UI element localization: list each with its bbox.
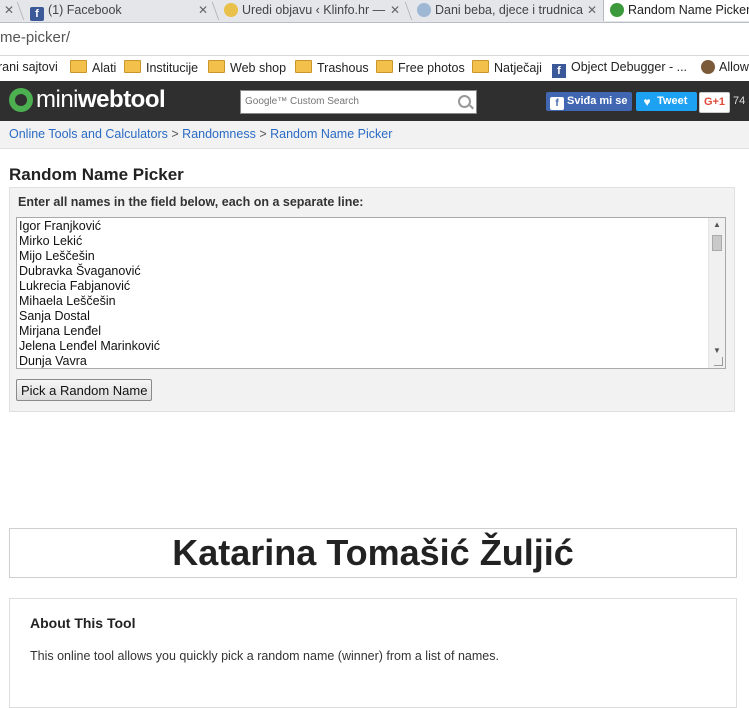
browser-tab-bar: ✕ f (1) Facebook ✕ Uredi objavu ‹ Klinfo.… [0,0,749,23]
folder-icon [124,60,141,73]
bookmark-folder[interactable]: Free photos [376,60,465,75]
name-line: Jelena Lenđel Marinković [19,339,161,353]
tab-separator [211,2,220,20]
bookmark-allow[interactable]: Allow [701,60,749,74]
name-line: Mihaela Leščešin [19,294,116,308]
tweet-button[interactable]: ♥ Tweet [636,92,697,111]
dani-beba-icon [417,3,431,17]
folder-icon [376,60,393,73]
url-text[interactable]: me-picker/ [0,29,70,46]
folder-icon [70,60,87,73]
names-list: Igor Franjković Mirko Lekić Mijo Leščeši… [19,219,707,368]
name-line: Lukrecia Fabjanović [19,279,131,293]
site-header: miniwebtool fSviđa mi se ♥Tweet G+1 74 [0,81,749,121]
folder-icon [208,60,225,73]
instructions-label: Enter all names in the field below, each… [18,195,364,209]
breadcrumb-randomness[interactable]: Randomness [182,127,256,141]
name-line: Mijo Leščešin [19,249,95,263]
folder-icon [295,60,312,73]
facebook-icon: f [550,97,564,110]
breadcrumb-online-tools[interactable]: Online Tools and Calculators [9,127,168,141]
breadcrumb-random-name-picker[interactable]: Random Name Picker [270,127,392,141]
breadcrumb-separator: > [259,127,267,141]
page-title: Random Name Picker [9,165,184,184]
tab-close-icon[interactable]: ✕ [585,0,599,21]
gear-icon [9,88,33,112]
breadcrumb: Online Tools and Calculators > Randomnes… [9,127,392,141]
tab-facebook[interactable]: f (1) Facebook ✕ [30,0,210,21]
tab-close-icon[interactable]: ✕ [388,0,402,21]
tab-separator [404,2,413,20]
name-line: Igor Franjković [19,219,101,233]
bookmark-folder[interactable]: Trashous [295,60,369,75]
logo-light-text: mini [36,86,79,113]
bookmark-item[interactable]: rani sajtovi [0,60,58,74]
resize-grip-icon[interactable] [714,357,723,366]
tab-klinfo[interactable]: Uredi objavu ‹ Klinfo.hr — ✕ [224,0,402,21]
address-bar[interactable]: me-picker/ [0,23,749,56]
twitter-bird-icon: ♥ [643,95,651,109]
textarea-scrollbar[interactable]: ▲ ▼ [708,218,725,368]
name-line: Dunja Vavra [19,354,87,368]
bookmark-object-debugger[interactable]: f Object Debugger - ... [552,60,687,78]
names-textarea[interactable]: Igor Franjković Mirko Lekić Mijo Leščeši… [16,217,726,369]
search-icon[interactable] [458,95,471,108]
about-section: About This Tool This online tool allows … [9,598,737,708]
search-input[interactable] [241,91,455,111]
facebook-like-button[interactable]: f Sviđa mi se [546,92,632,111]
name-line: Mirjana Lenđel [19,324,101,338]
mailchimp-icon [701,60,715,74]
bookmarks-bar: rani sajtovi Alati Institucije Web shop … [0,56,749,80]
tab-dani-beba[interactable]: Dani beba, djece i trudnica ✕ [417,0,599,21]
scroll-up-arrow-icon[interactable]: ▲ [709,218,725,232]
miniwebtool-icon [610,3,624,17]
facebook-icon: f [30,7,44,21]
name-picker-form: Enter all names in the field below, each… [9,187,735,412]
tab-title: (1) Facebook [48,3,122,17]
bookmark-folder[interactable]: Web shop [208,60,286,75]
tab-random-name-picker[interactable]: Random Name Picker [603,0,749,21]
logo-bold-text: webtool [78,86,166,113]
facebook-icon: f [552,64,566,78]
scroll-thumb[interactable] [712,235,722,251]
about-title: About This Tool [30,615,136,631]
tab-title: Random Name Picker [628,3,749,17]
tab-close-icon[interactable]: ✕ [196,0,210,21]
breadcrumb-bar: Online Tools and Calculators > Randomnes… [0,121,749,149]
google-plus-count: 74 [733,95,746,107]
name-line: Sanja Dostal [19,309,90,323]
bookmark-folder[interactable]: Natječaji [472,60,542,75]
bookmark-folder[interactable]: Alati [70,60,116,75]
google-plus-button[interactable]: G+1 [699,92,730,113]
klinfo-icon [224,3,238,17]
result-box: Katarina Tomašić Žuljić [9,528,737,578]
breadcrumb-separator: > [171,127,179,141]
about-text: This online tool allows you quickly pick… [30,649,499,663]
tab-close-icon[interactable]: ✕ [2,0,16,21]
scroll-down-arrow-icon[interactable]: ▼ [709,344,725,358]
site-search [240,90,477,114]
bookmark-folder[interactable]: Institucije [124,60,198,75]
name-line: Dubravka Švaganović [19,264,141,278]
name-line: Mirko Lekić [19,234,83,248]
tab-title: Uredi objavu ‹ Klinfo.hr — [242,3,386,17]
tab-partial[interactable]: ✕ [0,0,16,21]
tab-title: Dani beba, djece i trudnica [435,3,584,17]
tab-separator [16,2,25,20]
picked-name: Katarina Tomašić Žuljić [172,532,574,573]
pick-random-name-button[interactable]: Pick a Random Name [16,379,153,401]
folder-icon [472,60,489,73]
